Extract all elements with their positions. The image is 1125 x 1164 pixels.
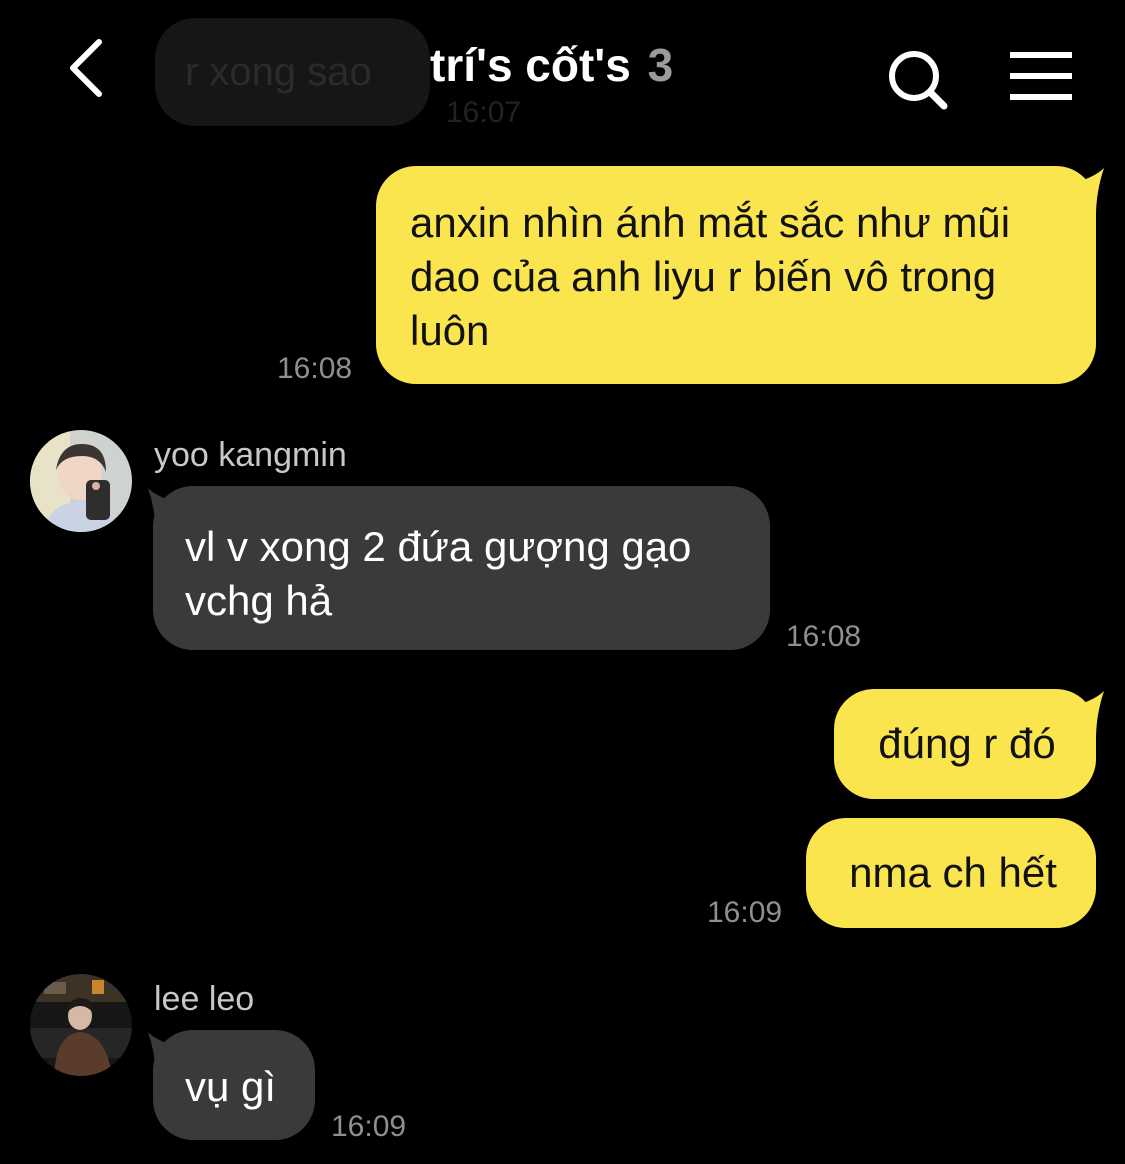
sender-name: lee leo [154,980,255,1018]
chat-title-text: trí's cốt's [430,39,631,91]
chat-title: trí's cốt's 3 [430,38,673,92]
previous-message-time: 16:07 [446,96,522,129]
sender-name: yoo kangmin [154,436,347,474]
hamburger-menu-icon [1010,52,1072,100]
message-bubble-incoming[interactable]: vl v xong 2 đứa gượng gạo vchg hả [153,486,770,650]
message-text: vụ gì [185,1063,277,1110]
search-icon [889,51,948,110]
message-text: vl v xong 2 đứa gượng gạo vchg hả [185,523,692,624]
message-bubble-incoming[interactable]: vụ gì [153,1030,315,1140]
chevron-left-icon [70,39,102,97]
message-bubble-outgoing[interactable]: nma ch hết [806,818,1096,928]
avatar-image [30,430,132,532]
message-time: 16:08 [786,620,862,653]
avatar-yoo-kangmin[interactable] [30,430,132,532]
menu-button[interactable] [1004,48,1080,104]
chat-header: r xong sao 16:07 trí's cốt's 3 [0,0,1125,140]
message-time: 16:09 [331,1110,407,1143]
back-button[interactable] [50,28,120,108]
message-text: đúng r đó [878,720,1056,767]
message-time: 16:09 [707,896,783,929]
message-time: 16:08 [277,352,353,385]
avatar-lee-leo[interactable] [30,974,132,1076]
message-text: nma ch hết [849,849,1057,896]
member-count: 3 [647,39,674,91]
message-bubble-outgoing[interactable]: đúng r đó [834,689,1096,799]
previous-message-text: r xong sao [185,49,372,94]
previous-message-bubble: r xong sao [155,18,430,126]
avatar-image [30,974,132,1076]
message-text: anxin nhìn ánh mắt sắc như mũi dao của a… [410,199,1011,354]
search-button[interactable] [878,44,958,114]
message-bubble-outgoing[interactable]: anxin nhìn ánh mắt sắc như mũi dao của a… [376,166,1096,384]
